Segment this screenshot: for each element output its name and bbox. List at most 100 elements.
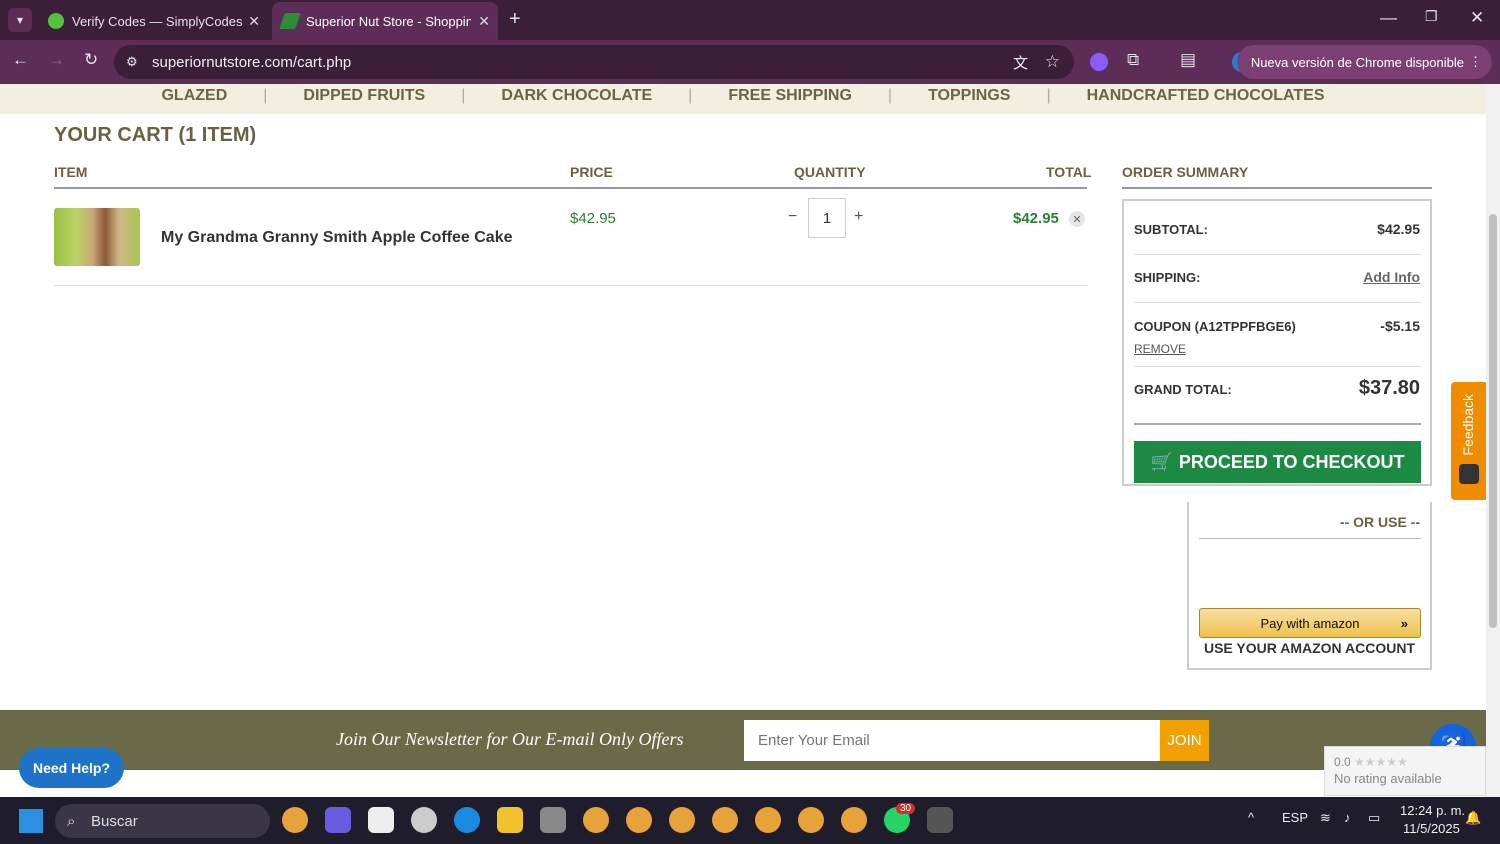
nav-toppings[interactable]: TOPPINGS bbox=[928, 88, 1010, 104]
coupon-label: COUPON (A12TPPFBGE6) bbox=[1134, 319, 1296, 334]
proceed-to-checkout-button[interactable]: 🛒 PROCEED TO CHECKOUT bbox=[1134, 441, 1421, 483]
address-bar[interactable]: ⚙ superiornutstore.com/cart.php 文 ☆ bbox=[114, 45, 1074, 79]
nav-glazed[interactable]: GLAZED bbox=[161, 88, 227, 104]
rating-widget[interactable]: 0.0 ★★★★★ No rating available bbox=[1324, 746, 1486, 796]
chrome-profile-icon[interactable] bbox=[626, 807, 652, 833]
close-tab-icon[interactable]: ✕ bbox=[478, 13, 490, 30]
reload-icon[interactable]: ↻ bbox=[84, 50, 98, 70]
summary-row-divider bbox=[1134, 366, 1421, 367]
chrome-profile-icon[interactable] bbox=[798, 807, 824, 833]
site-info-icon[interactable]: ⚙ bbox=[126, 54, 138, 70]
row-divider bbox=[54, 285, 1087, 286]
windows-start-icon[interactable] bbox=[19, 809, 43, 833]
product-name[interactable]: My Grandma Granny Smith Apple Coffee Cak… bbox=[161, 229, 512, 247]
tab-simplycodes[interactable]: Verify Codes — SimplyCodes ✕ bbox=[38, 2, 268, 40]
chrome-profile-icon[interactable] bbox=[712, 807, 738, 833]
os-taskbar: ⌕ Buscar 30 ^ ESP ≋ ♪ ▭ 12:24 p. m. 11/5… bbox=[0, 797, 1500, 844]
remove-item-icon[interactable]: ✕ bbox=[1069, 211, 1085, 227]
extension-icon[interactable] bbox=[1090, 53, 1108, 71]
bookmark-star-icon[interactable]: ☆ bbox=[1045, 52, 1060, 72]
newsletter-join-button[interactable]: JOIN bbox=[1160, 720, 1209, 761]
chrome-app-icon[interactable] bbox=[282, 807, 308, 833]
reading-mode-icon[interactable]: ▤ bbox=[1180, 50, 1196, 70]
menu-dots-icon[interactable]: ⋮ bbox=[1469, 54, 1482, 70]
files-app-icon[interactable] bbox=[497, 807, 523, 833]
close-tab-icon[interactable]: ✕ bbox=[248, 13, 260, 30]
or-use-label: -- OR USE -- bbox=[1339, 514, 1420, 530]
new-tab-icon[interactable]: + bbox=[509, 8, 521, 31]
nav-free-shipping[interactable]: FREE SHIPPING bbox=[728, 88, 852, 104]
need-help-button[interactable]: Need Help? bbox=[19, 748, 124, 788]
close-window-icon[interactable]: ✕ bbox=[1470, 8, 1484, 28]
notification-icon[interactable]: 🔔 bbox=[1465, 810, 1481, 826]
chrome-profile-icon[interactable] bbox=[583, 807, 609, 833]
quantity-plus-button[interactable]: + bbox=[854, 208, 863, 226]
chrome-update-button[interactable]: Nueva versión de Chrome disponible ⋮ bbox=[1236, 45, 1492, 79]
header-quantity: QUANTITY bbox=[794, 164, 866, 180]
rating-stars: 0.0 ★★★★★ bbox=[1334, 755, 1476, 769]
newsletter-bar: Join Our Newsletter for Our E-mail Only … bbox=[0, 710, 1486, 770]
product-image[interactable] bbox=[54, 208, 140, 266]
grand-total-row: GRAND TOTAL: $37.80 bbox=[1134, 377, 1420, 399]
subtotal-row: SUBTOTAL: $42.95 bbox=[1134, 221, 1420, 239]
summary-row-divider bbox=[1134, 254, 1421, 255]
feedback-label: Feedback bbox=[1460, 394, 1476, 456]
volume-icon[interactable]: ♪ bbox=[1344, 810, 1351, 825]
translate-icon[interactable]: 文 bbox=[1013, 52, 1028, 73]
coupon-row: COUPON (A12TPPFBGE6) -$5.15 REMOVE bbox=[1134, 318, 1420, 356]
tab-search-icon[interactable]: ▾ bbox=[8, 8, 32, 32]
shipping-label: SHIPPING: bbox=[1134, 270, 1201, 285]
cart-title: YOUR CART (1 ITEM) bbox=[54, 124, 257, 146]
nav-dipped-fruits[interactable]: DIPPED FRUITS bbox=[303, 88, 425, 104]
chrome-profile-icon[interactable] bbox=[841, 807, 867, 833]
forward-icon[interactable]: → bbox=[48, 50, 65, 70]
wifi-icon[interactable]: ≋ bbox=[1320, 810, 1331, 826]
nav-separator: | bbox=[263, 87, 268, 104]
tray-chevron-icon[interactable]: ^ bbox=[1248, 810, 1254, 825]
nav-separator: | bbox=[1046, 87, 1051, 104]
coupon-remove-link[interactable]: REMOVE bbox=[1134, 342, 1420, 356]
clock-date[interactable]: 11/5/2025 bbox=[1403, 821, 1460, 836]
taskbar-search[interactable]: ⌕ Buscar bbox=[55, 804, 270, 838]
header-price: PRICE bbox=[570, 164, 613, 180]
search-icon: ⌕ bbox=[67, 812, 76, 830]
language-indicator[interactable]: ESP bbox=[1282, 810, 1308, 825]
order-summary-box: SUBTOTAL: $42.95 SHIPPING: Add Info COUP… bbox=[1122, 199, 1432, 486]
scrollbar-thumb[interactable] bbox=[1489, 214, 1497, 628]
coupon-value: -$5.15 bbox=[1380, 318, 1420, 334]
clock-time[interactable]: 12:24 p. m. bbox=[1400, 803, 1465, 818]
tab-superior-nut[interactable]: Superior Nut Store - Shopping C ✕ bbox=[272, 2, 498, 40]
extensions-puzzle-icon[interactable]: ⧉ bbox=[1127, 50, 1139, 70]
maximize-icon[interactable]: ❐ bbox=[1425, 8, 1438, 25]
shipping-row: SHIPPING: Add Info bbox=[1134, 269, 1420, 287]
copilot-app-icon[interactable] bbox=[325, 807, 351, 833]
calculator-app-icon[interactable] bbox=[540, 807, 566, 833]
store-app-icon[interactable] bbox=[368, 807, 394, 833]
tab-title: Superior Nut Store - Shopping C bbox=[306, 13, 471, 29]
checkout-label: PROCEED TO CHECKOUT bbox=[1178, 451, 1405, 472]
chrome-profile-icon[interactable] bbox=[669, 807, 695, 833]
back-icon[interactable]: ← bbox=[12, 50, 29, 70]
battery-icon[interactable]: ▭ bbox=[1368, 810, 1380, 826]
quantity-input[interactable]: 1 bbox=[808, 198, 846, 238]
newsletter-email-input[interactable] bbox=[744, 720, 1160, 761]
shipping-add-info-link[interactable]: Add Info bbox=[1363, 269, 1420, 285]
product-price: $42.95 bbox=[570, 210, 616, 227]
url-text: superiornutstore.com/cart.php bbox=[152, 53, 352, 71]
pay-with-amazon-button[interactable]: Pay with amazon » bbox=[1199, 608, 1421, 638]
browser-toolbar: ← → ↻ ⚙ superiornutstore.com/cart.php 文 … bbox=[0, 40, 1500, 84]
app-icon[interactable] bbox=[927, 807, 953, 833]
nav-separator: | bbox=[887, 87, 893, 104]
edge-app-icon[interactable] bbox=[454, 807, 480, 833]
summary-row-divider bbox=[1134, 302, 1421, 303]
minimize-icon[interactable]: — bbox=[1380, 8, 1397, 28]
nav-handcrafted[interactable]: HANDCRAFTED CHOCOLATES bbox=[1087, 88, 1325, 104]
nav-dark-chocolate[interactable]: DARK CHOCOLATE bbox=[501, 88, 652, 104]
feedback-tab[interactable]: Feedback bbox=[1451, 382, 1486, 500]
tab-title: Verify Codes — SimplyCodes bbox=[72, 13, 243, 29]
browser-frame: ▾ Verify Codes — SimplyCodes ✕ Superior … bbox=[0, 0, 1500, 84]
quantity-minus-button[interactable]: − bbox=[788, 208, 797, 226]
page-scrollbar[interactable] bbox=[1486, 84, 1500, 797]
chrome-active-icon[interactable] bbox=[755, 807, 781, 833]
clock-app-icon[interactable] bbox=[411, 807, 437, 833]
